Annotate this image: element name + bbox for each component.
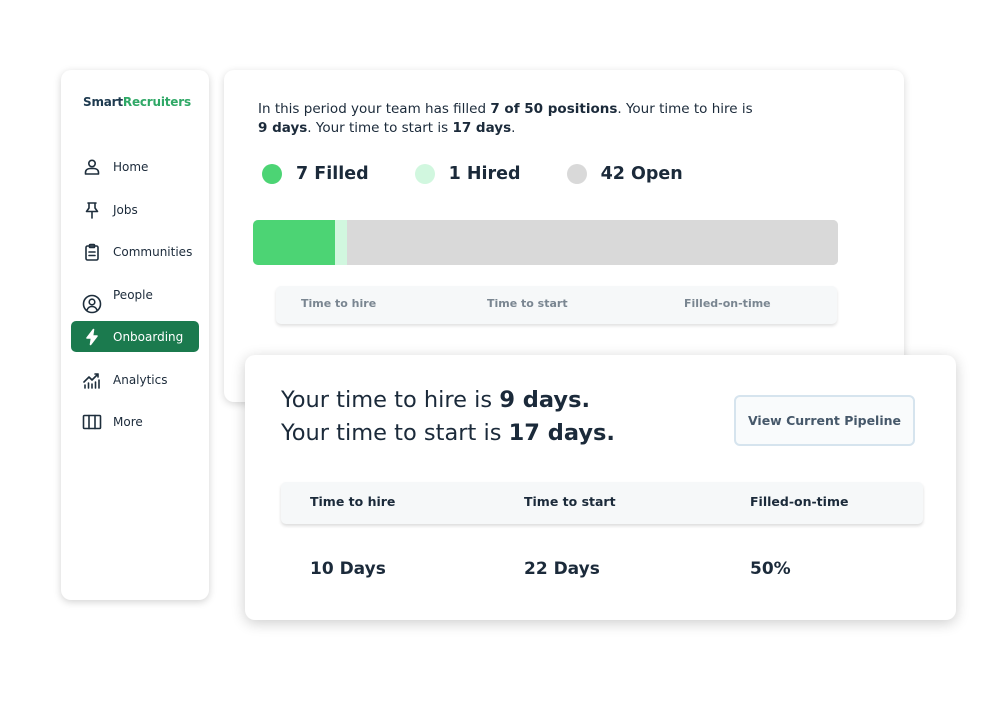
column-header-filled-on-time: Filled-on-time xyxy=(684,297,771,310)
sidebar-item-label: Home xyxy=(113,159,149,174)
lightning-icon xyxy=(81,326,103,348)
sidebar-item-label: People xyxy=(113,287,153,302)
time-metrics-headline: Your time to hire is 9 days. Your time t… xyxy=(281,387,615,446)
positions-progress-bar xyxy=(253,220,838,265)
sidebar: SmartRecruiters Home Jobs Communities Pe… xyxy=(61,70,209,600)
time-to-hire-value: 10 Days xyxy=(310,559,386,579)
logo-text-recruiters: Recruiters xyxy=(122,95,191,109)
sidebar-item-label: Analytics xyxy=(113,372,168,387)
legend-hired: 1 Hired xyxy=(414,164,521,184)
columns-icon xyxy=(81,411,103,433)
sidebar-item-label: Communities xyxy=(113,244,193,259)
filled-dot-icon xyxy=(262,164,282,184)
sidebar-item-communities[interactable]: Communities xyxy=(71,236,199,267)
column-header-time-to-start: Time to start xyxy=(487,297,568,310)
view-current-pipeline-button[interactable]: View Current Pipeline xyxy=(734,395,915,446)
sidebar-item-jobs[interactable]: Jobs xyxy=(71,194,199,225)
table-row: 10 Days 22 Days 50% xyxy=(281,555,923,585)
progress-open-segment xyxy=(346,220,838,265)
column-header-time-to-start: Time to start xyxy=(524,494,616,509)
clipboard-icon xyxy=(81,241,103,263)
sidebar-item-home[interactable]: Home xyxy=(71,151,199,182)
open-dot-icon xyxy=(566,164,587,184)
sidebar-item-label: More xyxy=(113,414,143,429)
status-legend: 7 Filled 1 Hired 42 Open xyxy=(262,164,729,184)
pin-icon xyxy=(81,199,103,221)
sidebar-item-people[interactable]: People xyxy=(71,283,199,314)
user-circle-icon xyxy=(81,293,103,315)
analytics-icon xyxy=(81,369,103,391)
metrics-table-header: Time to hire Time to start Filled-on-tim… xyxy=(276,286,837,324)
legend-label: 7 Filled xyxy=(296,164,369,184)
column-header-time-to-hire: Time to hire xyxy=(310,494,396,509)
sidebar-item-analytics[interactable]: Analytics xyxy=(71,364,199,395)
positions-summary-text: In this period your team has filled 7 of… xyxy=(258,101,753,136)
sidebar-item-label: Jobs xyxy=(113,202,138,217)
hired-dot-icon xyxy=(414,164,435,184)
progress-hired-segment xyxy=(334,220,347,265)
person-icon xyxy=(81,156,103,178)
column-header-filled-on-time: Filled-on-time xyxy=(750,494,849,509)
sidebar-item-more[interactable]: More xyxy=(71,406,199,437)
progress-filled-segment xyxy=(253,220,335,265)
filled-on-time-value: 50% xyxy=(750,559,791,579)
sidebar-item-onboarding[interactable]: Onboarding xyxy=(71,321,199,352)
legend-label: 42 Open xyxy=(600,164,683,184)
smartrecruiters-logo[interactable]: SmartRecruiters xyxy=(83,95,191,109)
legend-open: 42 Open xyxy=(566,164,683,184)
logo-text-smart: Smart xyxy=(83,95,123,109)
time-metrics-panel: Your time to hire is 9 days. Your time t… xyxy=(245,355,956,620)
positions-summary-panel: In this period your team has filled 7 of… xyxy=(224,70,904,402)
metrics-table-header: Time to hire Time to start Filled-on-tim… xyxy=(281,482,923,524)
column-header-time-to-hire: Time to hire xyxy=(301,297,377,310)
sidebar-item-label: Onboarding xyxy=(113,329,184,344)
time-to-start-value: 22 Days xyxy=(524,559,600,579)
legend-label: 1 Hired xyxy=(448,164,521,184)
legend-filled: 7 Filled xyxy=(262,164,369,184)
